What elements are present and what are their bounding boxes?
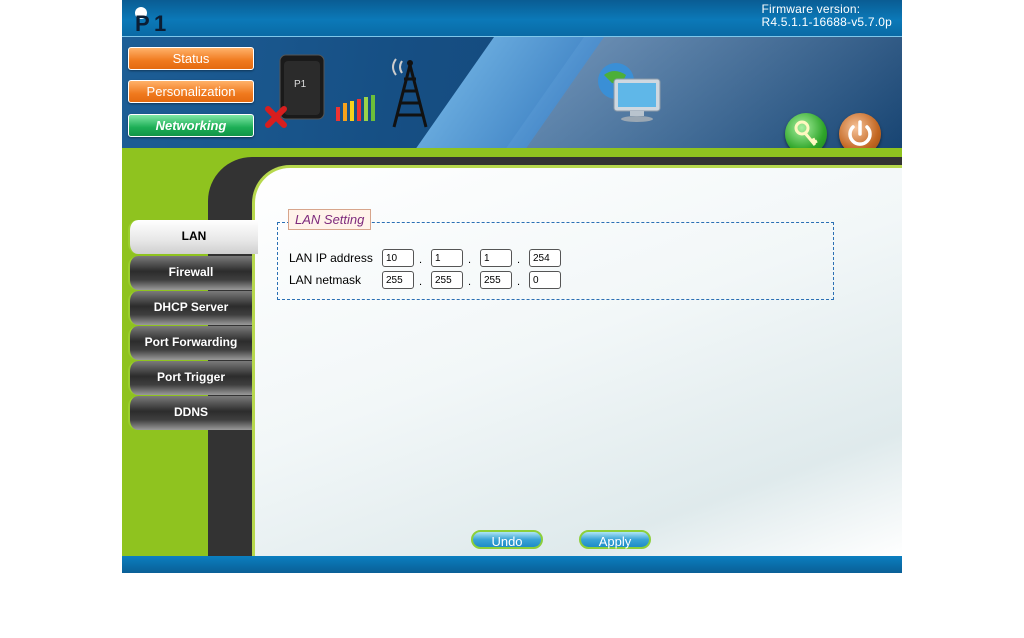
sidebar-item-dhcp-server[interactable]: DHCP Server [128,291,252,325]
ip-dot: . [468,254,472,266]
lan-netmask-octet-2[interactable] [431,271,463,289]
lan-setting-legend: LAN Setting [288,209,372,230]
undo-button[interactable]: Undo [471,530,543,549]
nav-networking-button[interactable]: Networking [128,114,254,137]
firmware-version: R4.5.1.1-16688-v5.7.0p [761,15,892,29]
banner: Status Personalization Networking P1 [122,37,902,148]
netmask-dot: . [468,276,472,288]
power-button[interactable] [839,113,881,148]
sidebar-item-port-trigger[interactable]: Port Trigger [128,361,252,395]
router-admin-frame: P 1 Firmware version: R4.5.1.1-16688-v5.… [122,0,902,573]
lan-ip-octet-2[interactable] [431,249,463,267]
lan-netmask-octet-3[interactable] [480,271,512,289]
p1-logo: P 1 [135,7,166,34]
sidebar-item-port-forwarding[interactable]: Port Forwarding [128,326,252,360]
lan-ip-octet-1[interactable] [382,249,414,267]
lan-netmask-octet-1[interactable] [382,271,414,289]
signal-bars-icon [336,95,375,121]
sidebar-item-ddns[interactable]: DDNS [128,396,252,430]
top-bar: P 1 Firmware version: R4.5.1.1-16688-v5.… [122,0,902,37]
firmware-info: Firmware version: R4.5.1.1-16688-v5.7.0p [762,3,893,29]
lan-ip-octet-3[interactable] [480,249,512,267]
globe-monitor-icon [598,63,661,122]
apply-button[interactable]: Apply [579,530,651,549]
ip-dot: . [517,254,521,266]
power-icon [848,120,872,146]
antenna-tower-icon [392,58,428,128]
lan-ip-octet-4[interactable] [529,249,561,267]
lan-ip-label: LAN IP address [289,251,373,265]
svg-text:P: P [135,11,150,34]
sidebar-item-firewall[interactable]: Firewall [128,256,252,290]
key-button[interactable] [785,113,827,148]
lan-netmask-label: LAN netmask [289,273,362,287]
router-disconnected-icon: P1 [265,54,325,128]
svg-text:P1: P1 [294,79,307,90]
lan-netmask-octet-4[interactable] [529,271,561,289]
svg-text:1: 1 [154,11,166,34]
sidebar-item-lan[interactable]: LAN [128,220,258,254]
nav-status-button[interactable]: Status [128,47,254,70]
ip-dot: . [419,254,423,266]
netmask-dot: . [419,276,423,288]
nav-personalization-button[interactable]: Personalization [128,80,254,103]
footer-bar [122,556,902,573]
netmask-dot: . [517,276,521,288]
key-icon [794,120,818,146]
